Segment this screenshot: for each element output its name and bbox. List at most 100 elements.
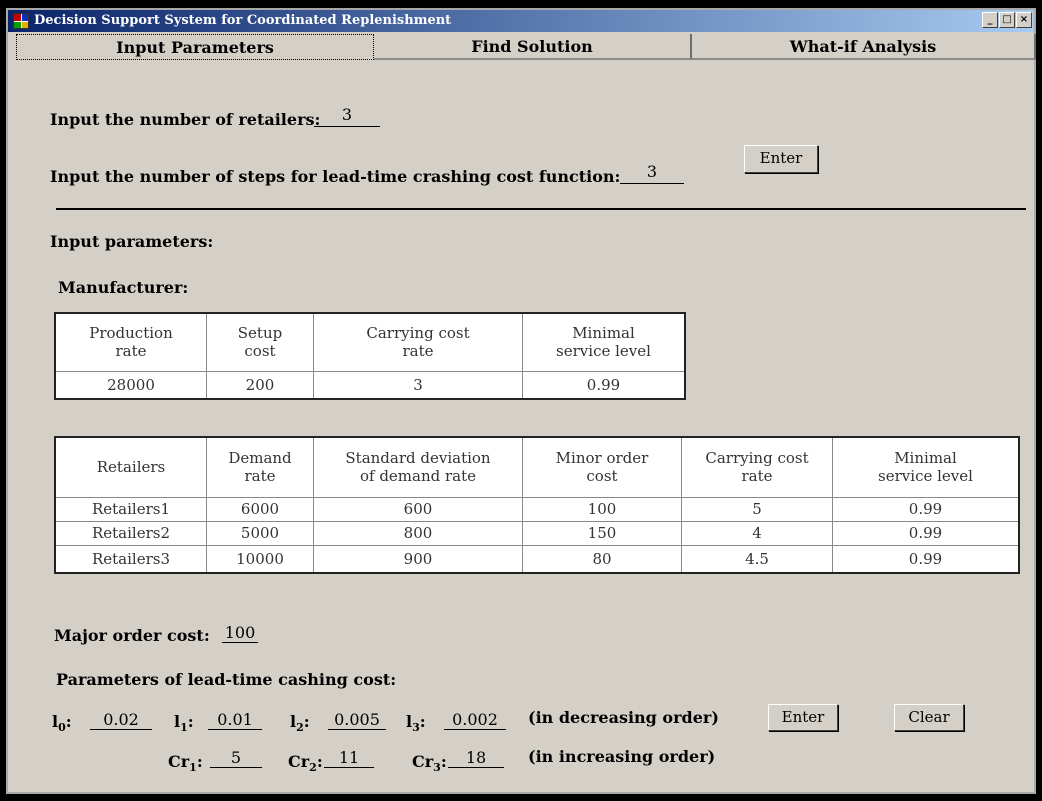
clear-button[interactable]: Clear (894, 704, 964, 731)
table-header-row: Production rate Setup cost Carrying cost ra… (54, 312, 686, 372)
header-line: Carrying cost (705, 449, 809, 468)
minimize-button[interactable]: _ (982, 12, 998, 28)
table-cell[interactable]: 6000 (206, 496, 314, 522)
tab-input-parameters[interactable]: Input Parameters (16, 34, 374, 60)
header-cell: Minimal service level (832, 436, 1020, 498)
table-row: Retailers2 5000 800 150 4 0.99 (54, 520, 1020, 546)
table-cell: Retailers3 (54, 544, 207, 574)
header-line: rate (115, 342, 147, 361)
title-bar[interactable]: Decision Support System for Coordinated … (8, 10, 1034, 32)
header-line: Setup (237, 324, 283, 343)
l1-key: l1: (174, 712, 194, 735)
table-cell[interactable]: 80 (522, 544, 682, 574)
cr-order-note: (in increasing order) (528, 747, 716, 766)
cr1-input[interactable]: 5 (210, 749, 262, 768)
cr3-key: Cr3: (412, 752, 447, 775)
header-line: Minimal (894, 449, 957, 468)
table-cell[interactable]: 100 (522, 496, 682, 522)
header-cell: Minor order cost (522, 436, 682, 498)
lead-time-title: Parameters of lead-time cashing cost: (56, 670, 397, 689)
header-line: cost (244, 342, 276, 361)
table-cell[interactable]: 10000 (206, 544, 314, 574)
header-line: rate (741, 467, 773, 486)
section-divider (56, 208, 1026, 210)
tab-bar: Input Parameters Find Solution What-if A… (16, 34, 1036, 62)
cr3-input[interactable]: 18 (448, 749, 504, 768)
cr2-input[interactable]: 11 (324, 749, 374, 768)
header-line: rate (402, 342, 434, 361)
table-cell: Retailers2 (54, 520, 207, 546)
table-row: 28000 200 3 0.99 (54, 370, 686, 400)
l2-input[interactable]: 0.005 (328, 711, 386, 730)
table-cell[interactable]: 0.99 (832, 544, 1020, 574)
param-sub: 0 (58, 721, 66, 735)
icon-cell-2 (21, 14, 28, 21)
table-header-row: Retailers Demand rate Standard deviation o… (54, 436, 1020, 498)
header-cell: Setup cost (206, 312, 314, 372)
header-cell: Carrying cost rate (313, 312, 523, 372)
l0-input[interactable]: 0.02 (90, 711, 152, 730)
header-line: Carrying cost (366, 324, 470, 343)
app-icon (13, 13, 29, 29)
table-cell[interactable]: 28000 (54, 370, 207, 400)
header-line: Minimal (572, 324, 635, 343)
header-line: Minor order (555, 449, 649, 468)
tab-what-if-analysis[interactable]: What-if Analysis (692, 34, 1036, 60)
param-key: Cr (412, 752, 434, 771)
retailers-table: Retailers Demand rate Standard deviation o… (54, 436, 1020, 574)
cr1-key: Cr1: (168, 752, 203, 775)
icon-cell-4 (21, 21, 28, 28)
tab-find-solution[interactable]: Find Solution (374, 34, 692, 60)
table-cell[interactable]: 150 (522, 520, 682, 546)
header-cell: Standard deviation of demand rate (313, 436, 523, 498)
maximize-button[interactable]: □ (999, 12, 1015, 28)
steps-count-label: Input the number of steps for lead-time … (50, 167, 621, 186)
table-cell[interactable]: 0.99 (832, 496, 1020, 522)
steps-count-input[interactable]: 3 (620, 164, 684, 184)
param-key: Cr (168, 752, 190, 771)
l1-input[interactable]: 0.01 (208, 711, 262, 730)
l-order-note: (in decreasing order) (528, 708, 719, 727)
header-line: cost (586, 467, 618, 486)
manufacturer-title: Manufacturer: (58, 278, 189, 297)
l2-key: l2: (290, 712, 310, 735)
param-sub: 1 (189, 761, 197, 775)
lead-time-enter-button[interactable]: Enter (768, 704, 838, 731)
table-cell[interactable]: 200 (206, 370, 314, 400)
header-line: service level (878, 467, 973, 486)
header-cell: Demand rate (206, 436, 314, 498)
table-cell[interactable]: 3 (313, 370, 523, 400)
major-order-label: Major order cost: (54, 626, 210, 645)
table-cell[interactable]: 4.5 (681, 544, 833, 574)
header-cell: Production rate (54, 312, 207, 372)
table-cell[interactable]: 800 (313, 520, 523, 546)
close-button[interactable]: × (1016, 12, 1032, 28)
retailers-count-label: Input the number of retailers: (50, 110, 321, 129)
setup-enter-button[interactable]: Enter (744, 145, 818, 173)
table-cell[interactable]: 5000 (206, 520, 314, 546)
table-cell[interactable]: 4 (681, 520, 833, 546)
l3-key: l3: (406, 712, 426, 735)
param-sub: 2 (296, 721, 304, 735)
table-cell[interactable]: 0.99 (832, 520, 1020, 546)
l3-input[interactable]: 0.002 (444, 711, 506, 730)
header-cell: Minimal service level (522, 312, 686, 372)
param-sub: 3 (412, 721, 420, 735)
table-cell[interactable]: 900 (313, 544, 523, 574)
table-cell[interactable]: 0.99 (522, 370, 686, 400)
header-line: Production (89, 324, 173, 343)
table-cell[interactable]: 600 (313, 496, 523, 522)
retailers-count-input[interactable]: 3 (314, 107, 380, 127)
major-order-input[interactable]: 100 (222, 624, 258, 643)
window-title: Decision Support System for Coordinated … (34, 13, 452, 28)
header-line: of demand rate (359, 467, 477, 486)
table-cell[interactable]: 5 (681, 496, 833, 522)
table-row: Retailers1 6000 600 100 5 0.99 (54, 496, 1020, 522)
header-cell: Retailers (54, 436, 207, 498)
header-cell: Carrying cost rate (681, 436, 833, 498)
l0-key: l0: (52, 712, 72, 735)
table-cell: Retailers1 (54, 496, 207, 522)
header-line: service level (556, 342, 651, 361)
param-sub: 2 (309, 761, 317, 775)
param-sub: 1 (180, 721, 188, 735)
